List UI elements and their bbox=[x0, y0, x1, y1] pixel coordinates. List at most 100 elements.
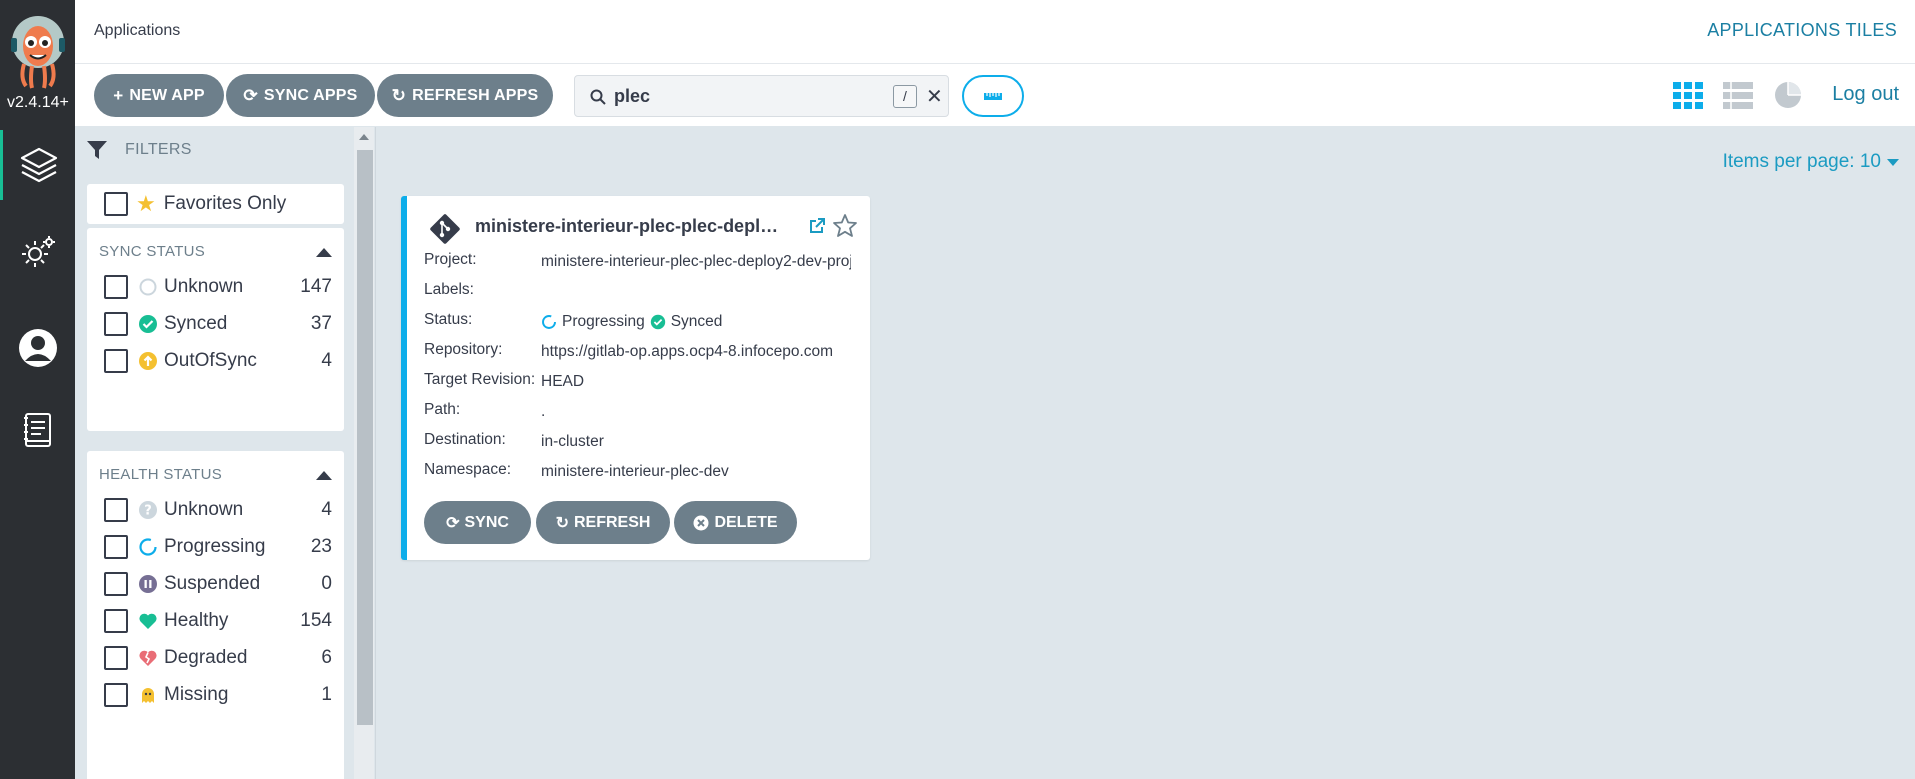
heart-icon bbox=[138, 611, 158, 631]
tiles-view-icon[interactable] bbox=[1672, 80, 1704, 110]
checkbox[interactable] bbox=[104, 646, 128, 670]
filter-health-progressing[interactable]: Progressing 23 bbox=[104, 532, 332, 562]
filter-count: 37 bbox=[310, 313, 332, 334]
filters-label: FILTERS bbox=[125, 141, 192, 158]
checkbox[interactable] bbox=[104, 349, 128, 373]
sync-icon: ⟳ bbox=[446, 514, 460, 532]
application-tile[interactable]: ministere-interieur-plec-plec-deploy2-de… bbox=[401, 196, 870, 560]
filter-sync-synced[interactable]: Synced 37 bbox=[104, 309, 332, 339]
filter-sync-unknown[interactable]: Unknown 147 bbox=[104, 272, 332, 302]
sync-button[interactable]: ⟳ SYNC bbox=[424, 501, 531, 544]
layers-icon bbox=[20, 147, 58, 183]
row-value: Progressing Synced bbox=[541, 311, 851, 333]
sync-icon: ⟳ bbox=[243, 85, 258, 105]
health-status-text: Progressing bbox=[562, 313, 645, 330]
row-value: HEAD bbox=[541, 373, 585, 390]
refresh-button[interactable]: ↻ REFRESH bbox=[536, 501, 670, 544]
filter-label: Healthy bbox=[164, 610, 229, 631]
checkbox[interactable] bbox=[104, 609, 128, 633]
items-per-page-label: Items per page: 10 bbox=[1722, 151, 1881, 172]
divider bbox=[375, 127, 376, 779]
check-circle-icon bbox=[650, 314, 665, 330]
refresh-label: REFRESH bbox=[573, 513, 651, 531]
favorites-checkbox[interactable] bbox=[104, 192, 128, 216]
row-value: ministere-interieur-plec-dev bbox=[541, 463, 729, 480]
docs-icon bbox=[23, 413, 51, 447]
checkbox[interactable] bbox=[104, 498, 128, 522]
caret-down-icon bbox=[1887, 158, 1899, 166]
breadcrumb[interactable]: Applications bbox=[94, 22, 180, 40]
external-link-icon[interactable] bbox=[807, 216, 827, 236]
ruler-icon bbox=[984, 93, 1002, 100]
checkbox[interactable] bbox=[104, 275, 128, 299]
filter-health-suspended[interactable]: Suspended 0 bbox=[104, 569, 332, 599]
filter-count: 0 bbox=[321, 573, 332, 594]
filter-count: 4 bbox=[321, 499, 332, 520]
refresh-apps-button[interactable]: ↻ REFRESH APPS bbox=[377, 74, 553, 117]
page-title: APPLICATIONS TILES bbox=[1707, 20, 1897, 40]
filter-label: Degraded bbox=[164, 647, 248, 668]
search-input[interactable]: plec / ✕ bbox=[574, 75, 949, 117]
filter-health-healthy[interactable]: Healthy 154 bbox=[104, 606, 332, 636]
filter-label: Synced bbox=[164, 313, 228, 334]
nav-documentation[interactable] bbox=[0, 395, 75, 465]
row-key: Labels: bbox=[424, 281, 474, 298]
row-value bbox=[541, 281, 851, 303]
compact-view-toggle[interactable] bbox=[962, 75, 1024, 117]
collapse-caret-icon[interactable] bbox=[316, 248, 332, 257]
logout-link[interactable]: Log out bbox=[1832, 83, 1899, 106]
refresh-icon: ↻ bbox=[555, 514, 569, 532]
health-status-title: HEALTH STATUS bbox=[99, 466, 223, 483]
row-key: Project: bbox=[424, 251, 477, 268]
git-icon bbox=[430, 214, 460, 244]
collapse-caret-icon[interactable] bbox=[316, 471, 332, 480]
app-title[interactable]: ministere-interieur-plec-plec-deploy2-de… bbox=[475, 216, 780, 237]
row-value: https://gitlab-op.apps.ocp4-8.infocepo.c… bbox=[541, 343, 834, 360]
ghost-icon bbox=[138, 685, 158, 705]
row-key: Destination: bbox=[424, 431, 506, 448]
argo-logo[interactable] bbox=[8, 12, 68, 90]
sync-status-text: Synced bbox=[670, 313, 723, 330]
new-app-button[interactable]: + NEW APP bbox=[94, 74, 224, 117]
question-circle-icon: ? bbox=[138, 500, 158, 520]
checkbox[interactable] bbox=[104, 312, 128, 336]
search-shortcut-hint: / bbox=[893, 85, 917, 108]
app-row-destination: Destination: in-cluster bbox=[424, 431, 864, 453]
app-row-status: Status: Progressing Synced bbox=[424, 311, 864, 333]
delete-label: DELETE bbox=[714, 513, 778, 531]
favorite-star-icon[interactable] bbox=[832, 213, 858, 239]
list-view-icon[interactable] bbox=[1722, 80, 1754, 110]
app-row-namespace: Namespace: ministere-interieur-plec-dev bbox=[424, 461, 864, 483]
filter-sync-outofsync[interactable]: OutOfSync 4 bbox=[104, 346, 332, 376]
filters-scroll-thumb[interactable] bbox=[357, 150, 373, 725]
clear-search-icon[interactable]: ✕ bbox=[926, 84, 943, 109]
delete-button[interactable]: DELETE bbox=[674, 501, 797, 544]
refresh-apps-label: REFRESH APPS bbox=[412, 86, 539, 104]
sync-apps-button[interactable]: ⟳ SYNC APPS bbox=[226, 74, 375, 117]
items-per-page-select[interactable]: Items per page: 10 bbox=[1723, 151, 1899, 173]
filters-header: FILTERS bbox=[87, 141, 192, 159]
star-icon: ★ bbox=[136, 191, 156, 216]
checkbox[interactable] bbox=[104, 572, 128, 596]
sync-apps-label: SYNC APPS bbox=[263, 86, 358, 104]
toolbar: + NEW APP ⟳ SYNC APPS ↻ REFRESH APPS ple… bbox=[75, 64, 1915, 127]
nav-applications[interactable] bbox=[0, 130, 75, 200]
scroll-up-arrow-icon[interactable] bbox=[359, 134, 369, 140]
summary-view-icon[interactable] bbox=[1772, 80, 1804, 110]
app-row-target-revision: Target Revision: HEAD bbox=[424, 371, 864, 393]
filter-health-degraded[interactable]: Degraded 6 bbox=[104, 643, 332, 673]
filter-count: 4 bbox=[321, 350, 332, 371]
nav-settings[interactable] bbox=[0, 218, 75, 288]
row-key: Repository: bbox=[424, 341, 503, 358]
checkbox[interactable] bbox=[104, 535, 128, 559]
filter-health-unknown[interactable]: ? Unknown 4 bbox=[104, 495, 332, 525]
filter-health-missing[interactable]: Missing 1 bbox=[104, 680, 332, 710]
checkbox[interactable] bbox=[104, 683, 128, 707]
filter-label: Unknown bbox=[164, 276, 244, 297]
svg-text:?: ? bbox=[144, 504, 152, 519]
new-app-label: NEW APP bbox=[129, 86, 205, 104]
search-value: plec bbox=[614, 86, 651, 106]
nav-user-info[interactable] bbox=[0, 313, 75, 383]
row-key: Namespace: bbox=[424, 461, 512, 478]
favorites-only-filter[interactable]: ★ Favorites Only bbox=[87, 184, 344, 224]
